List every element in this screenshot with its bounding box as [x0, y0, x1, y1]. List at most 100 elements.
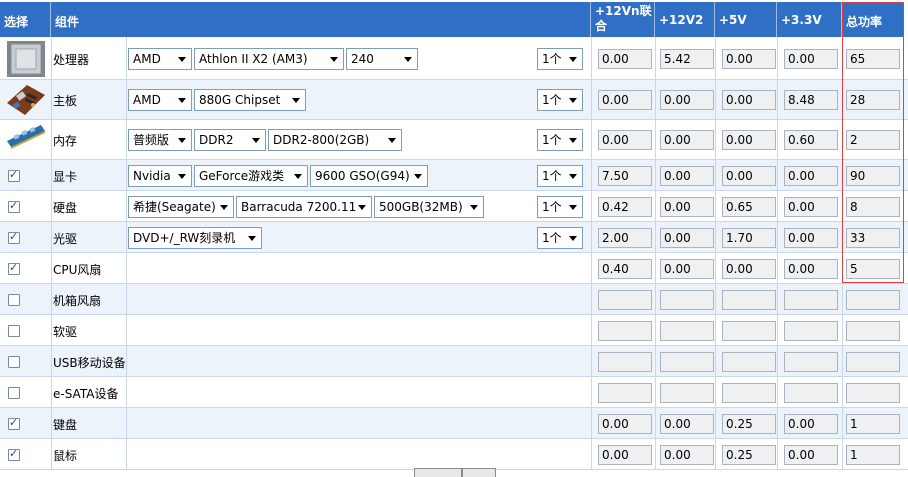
component-select[interactable]: 希捷(Seagate) [128, 196, 234, 218]
column-divider [126, 253, 127, 283]
quantity-select[interactable]: 1个 [537, 129, 583, 151]
select-checkbox[interactable] [8, 261, 20, 275]
footer-button[interactable] [462, 468, 496, 477]
column-divider [591, 377, 592, 407]
v33-value [784, 383, 838, 403]
header-v12vn: +12Vn联合 [591, 2, 655, 37]
v33-value [784, 321, 838, 341]
column-divider [126, 160, 127, 190]
v12vn-value: 0.00 [598, 414, 652, 434]
total-power-value: 90 [846, 166, 900, 186]
component-select[interactable]: 500GB(32MB) [374, 196, 484, 218]
column-divider [655, 439, 656, 469]
component-select[interactable]: DVD+/_RW刻录机 [128, 227, 262, 249]
v12vn-value: 0.42 [598, 197, 652, 217]
header-select: 选择 [0, 2, 51, 37]
v12vn-value [598, 290, 652, 310]
total-power-value [846, 290, 900, 310]
component-select[interactable]: 240 [346, 48, 418, 70]
select-checkbox[interactable] [8, 230, 20, 244]
select-checkbox[interactable] [8, 387, 20, 399]
component-select[interactable]: Barracuda 7200.11 [236, 196, 372, 218]
select-checkbox[interactable] [8, 294, 20, 306]
total-power-value: 65 [846, 49, 900, 69]
column-divider [591, 253, 592, 283]
column-divider [842, 253, 843, 283]
column-divider [51, 253, 52, 283]
column-divider [126, 408, 127, 438]
component-select[interactable]: 880G Chipset [194, 89, 306, 111]
select-checkbox[interactable] [8, 356, 20, 368]
v33-value: 0.00 [784, 445, 838, 465]
component-name: 软驱 [53, 325, 78, 339]
total-power-value: 1 [846, 414, 900, 434]
power-calculator-table: 选择 组件 +12Vn联合 +12V2 +5V +3.3V 总功率 处理器 AMD Athlon … [0, 0, 908, 477]
component-select[interactable]: GeForce游戏类 [194, 165, 308, 187]
column-divider [591, 222, 592, 252]
column-divider [715, 160, 716, 190]
header-v12v2-label: +12V2 [659, 13, 704, 27]
component-select[interactable]: Athlon II X2 (AM3) [194, 48, 344, 70]
header-select-label: 选择 [4, 15, 29, 29]
v33-value: 0.00 [784, 228, 838, 248]
v33-value: 0.00 [784, 197, 838, 217]
column-divider [655, 315, 656, 345]
table-row: 鼠标 0.00 0.00 0.25 0.00 1 [0, 439, 908, 470]
column-divider [655, 80, 656, 119]
header-component: 组件 [51, 2, 591, 37]
column-divider [51, 346, 52, 376]
column-divider [777, 253, 778, 283]
table-row: 硬盘 希捷(Seagate)Barracuda 7200.11500GB(32MB… [0, 191, 908, 222]
quantity-select[interactable]: 1个 [537, 227, 583, 249]
component-name: 鼠标 [53, 449, 78, 463]
component-name: USB移动设备 [53, 356, 126, 370]
v5-value [722, 321, 776, 341]
v33-value: 0.00 [784, 414, 838, 434]
column-divider [126, 377, 127, 407]
v12v2-value: 0.00 [660, 166, 714, 186]
select-checkbox[interactable] [8, 325, 20, 337]
component-select[interactable]: DDR2-800(2GB) [268, 129, 402, 151]
column-divider [126, 315, 127, 345]
v12vn-value: 0.40 [598, 259, 652, 279]
v5-value: 0.00 [722, 49, 776, 69]
v5-value: 0.65 [722, 197, 776, 217]
quantity-select[interactable]: 1个 [537, 165, 583, 187]
column-divider [842, 120, 843, 159]
table-row: 处理器 AMD Athlon II X2 (AM3) 240 1个 0.00 5.42 0.0… [0, 37, 908, 80]
footer-button[interactable] [414, 468, 462, 477]
column-divider [591, 191, 592, 221]
column-divider [777, 37, 778, 79]
component-select[interactable]: AMD [128, 48, 192, 70]
quantity-select[interactable]: 1个 [537, 196, 583, 218]
v12vn-value [598, 383, 652, 403]
column-divider [777, 346, 778, 376]
component-select[interactable]: AMD [128, 89, 192, 111]
component-name: 键盘 [53, 418, 78, 432]
component-select[interactable]: 普频版 [128, 129, 192, 151]
select-checkbox[interactable] [8, 416, 20, 430]
quantity-select[interactable]: 1个 [537, 89, 583, 111]
column-divider [655, 408, 656, 438]
column-divider [842, 439, 843, 469]
column-divider [842, 37, 843, 79]
v12vn-value [598, 321, 652, 341]
select-checkbox[interactable] [8, 199, 20, 213]
component-select[interactable]: 9600 GSO(G94) [310, 165, 428, 187]
component-name: 显卡 [53, 170, 78, 184]
select-checkbox[interactable] [8, 447, 20, 461]
total-power-value: 1 [846, 445, 900, 465]
table-row: 软驱 [0, 315, 908, 346]
component-select[interactable]: Nvidia [128, 165, 192, 187]
quantity-select[interactable]: 1个 [537, 48, 583, 70]
component-select[interactable]: DDR2 [194, 129, 266, 151]
column-divider [51, 191, 52, 221]
select-checkbox[interactable] [8, 168, 20, 182]
column-divider [777, 80, 778, 119]
v12v2-value: 0.00 [660, 414, 714, 434]
v33-value: 0.00 [784, 166, 838, 186]
column-divider [126, 37, 127, 79]
header-v33: +3.3V [777, 2, 842, 37]
column-divider [51, 439, 52, 469]
column-divider [655, 37, 656, 79]
